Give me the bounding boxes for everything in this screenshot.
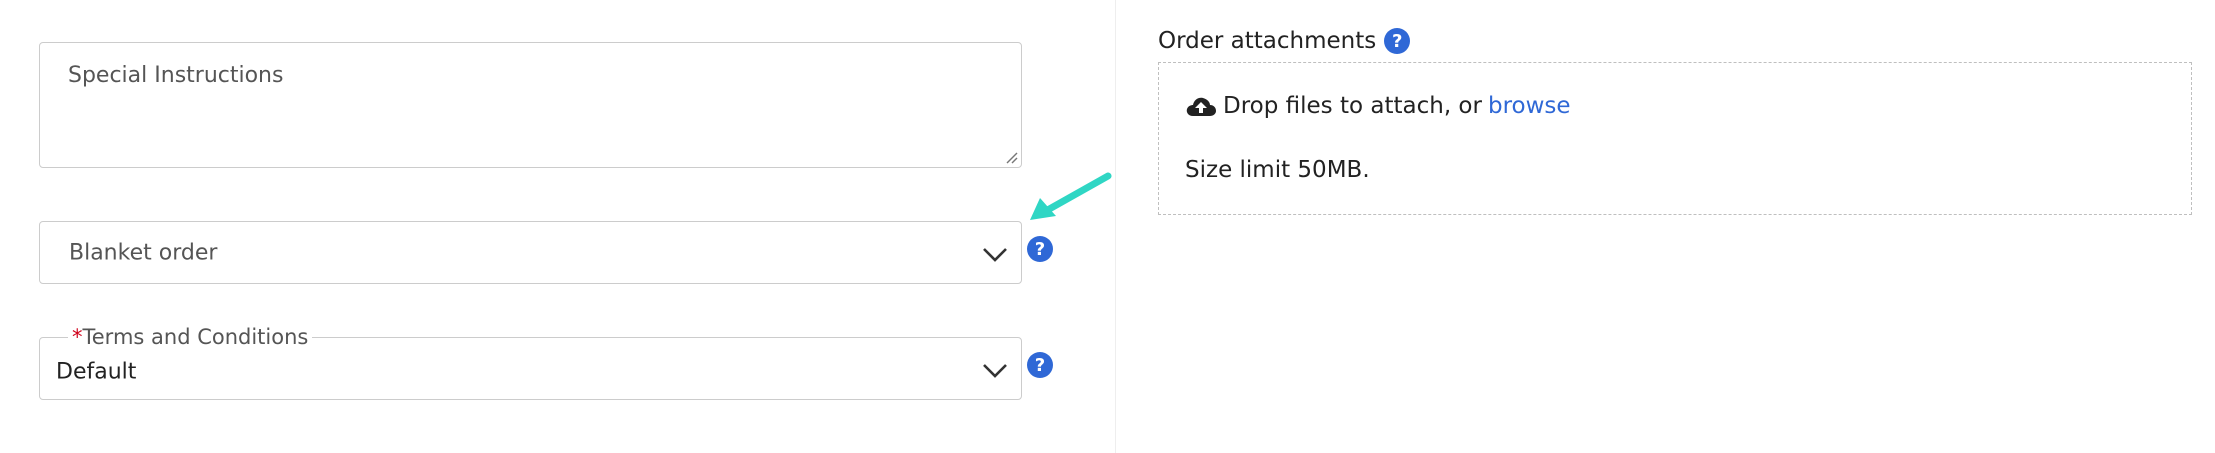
blanket-order-help-icon[interactable]: ? <box>1027 236 1053 262</box>
special-instructions-input[interactable] <box>40 43 1021 167</box>
chevron-down-icon[interactable] <box>981 360 1009 380</box>
browse-link[interactable]: browse <box>1488 93 1571 119</box>
annotation-arrow-icon <box>1030 172 1112 220</box>
special-instructions-field[interactable] <box>39 42 1022 168</box>
size-limit-text: Size limit 50MB. <box>1185 157 1370 183</box>
drop-instructions: Drop files to attach, or browse <box>1185 93 1571 119</box>
terms-conditions-label-text: Terms and Conditions <box>82 325 309 349</box>
resize-handle-icon[interactable] <box>1004 150 1018 164</box>
blanket-order-select[interactable]: Blanket order <box>39 221 1022 284</box>
terms-conditions-select[interactable]: *Terms and Conditions Default <box>39 324 1022 400</box>
attachments-title-text: Order attachments <box>1158 28 1377 54</box>
attachments-panel: Order attachments ? Drop files to attach… <box>1116 0 2215 453</box>
attachments-help-icon[interactable]: ? <box>1384 28 1411 54</box>
terms-conditions-value: Default <box>56 359 137 385</box>
chevron-down-icon[interactable] <box>981 244 1009 264</box>
terms-conditions-help-icon[interactable]: ? <box>1027 352 1053 378</box>
required-mark: * <box>72 325 83 349</box>
cloud-upload-icon <box>1186 97 1216 116</box>
blanket-order-value: Blanket order <box>69 240 218 265</box>
attachments-title: Order attachments ? <box>1158 28 1411 54</box>
drop-text: Drop files to attach, or <box>1223 93 1482 119</box>
attachments-dropzone[interactable]: Drop files to attach, or browse Size lim… <box>1158 62 2192 215</box>
order-form-panel: Blanket order ? *Terms and Conditions De… <box>0 0 1115 453</box>
terms-conditions-label: *Terms and Conditions <box>68 324 313 350</box>
